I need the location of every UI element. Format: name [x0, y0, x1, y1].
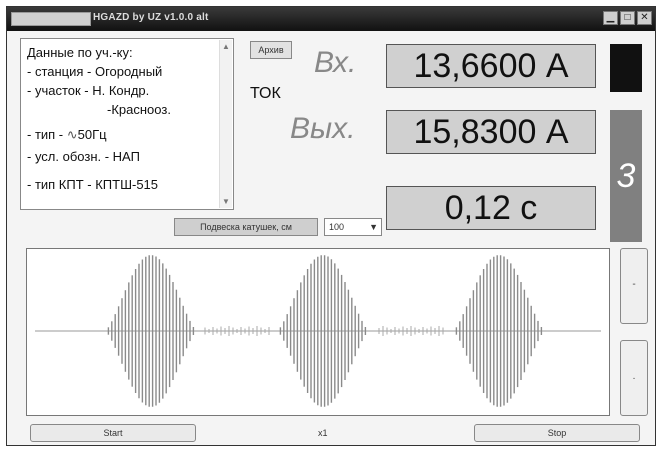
info-line-type: - тип - ∿50Гц: [27, 127, 107, 143]
time-display: 0,12 с: [386, 186, 596, 230]
archive-button[interactable]: Архив: [250, 41, 292, 59]
info-type-value: 50Гц: [77, 127, 107, 142]
chevron-down-icon: ▼: [369, 222, 378, 232]
info-line-section-cont: -Краснооз.: [107, 102, 171, 117]
status-indicator: [610, 44, 642, 92]
start-button[interactable]: Start: [30, 424, 196, 442]
output-current-display: 15,8300 А: [386, 110, 596, 154]
sine-icon: ∿: [66, 127, 78, 142]
zoom-label: x1: [318, 428, 328, 438]
side-top-button[interactable]: -: [620, 248, 648, 324]
info-line-designation: - усл. обозн. - НАП: [27, 149, 140, 164]
input-current-display: 13,6600 А: [386, 44, 596, 88]
info-line-station: - станция - Огородный: [27, 64, 163, 79]
side-bottom-button[interactable]: .: [620, 340, 648, 416]
info-scrollbar[interactable]: ▲ ▼: [219, 40, 232, 208]
level-indicator: 3: [610, 110, 642, 242]
info-line-section: - участок - Н. Кондр.: [27, 83, 150, 98]
close-button[interactable]: ✕: [637, 11, 652, 25]
window-title: HGAZD by UZ v1.0.0 alt: [93, 12, 209, 23]
scroll-down-icon[interactable]: ▼: [222, 197, 230, 206]
info-line-kpt-type: - тип КПТ - КПТШ-515: [27, 177, 159, 192]
stop-button[interactable]: Stop: [474, 424, 640, 442]
coil-height-value: 100: [329, 222, 345, 232]
scroll-up-icon[interactable]: ▲: [222, 42, 230, 51]
input-label: Вх.: [314, 46, 357, 79]
info-type-label: - тип -: [27, 127, 67, 142]
waveform-display: [26, 248, 610, 416]
title-bar[interactable]: HGAZD by UZ v1.0.0 alt ▁ □ ✕: [7, 7, 655, 31]
coil-suspension-button[interactable]: Подвеска катушек, см: [174, 218, 318, 236]
section-info-box[interactable]: Данные по уч.-ку: - станция - Огородный …: [20, 38, 234, 210]
current-label: ТОК: [250, 85, 281, 102]
minimize-button[interactable]: ▁: [603, 11, 618, 25]
coil-height-select[interactable]: 100 ▼: [324, 218, 382, 236]
maximize-button[interactable]: □: [620, 11, 635, 25]
app-logo: [11, 12, 91, 26]
waveform-plot: [35, 255, 601, 407]
output-label: Вых.: [290, 112, 356, 145]
info-line-header: Данные по уч.-ку:: [27, 45, 133, 60]
